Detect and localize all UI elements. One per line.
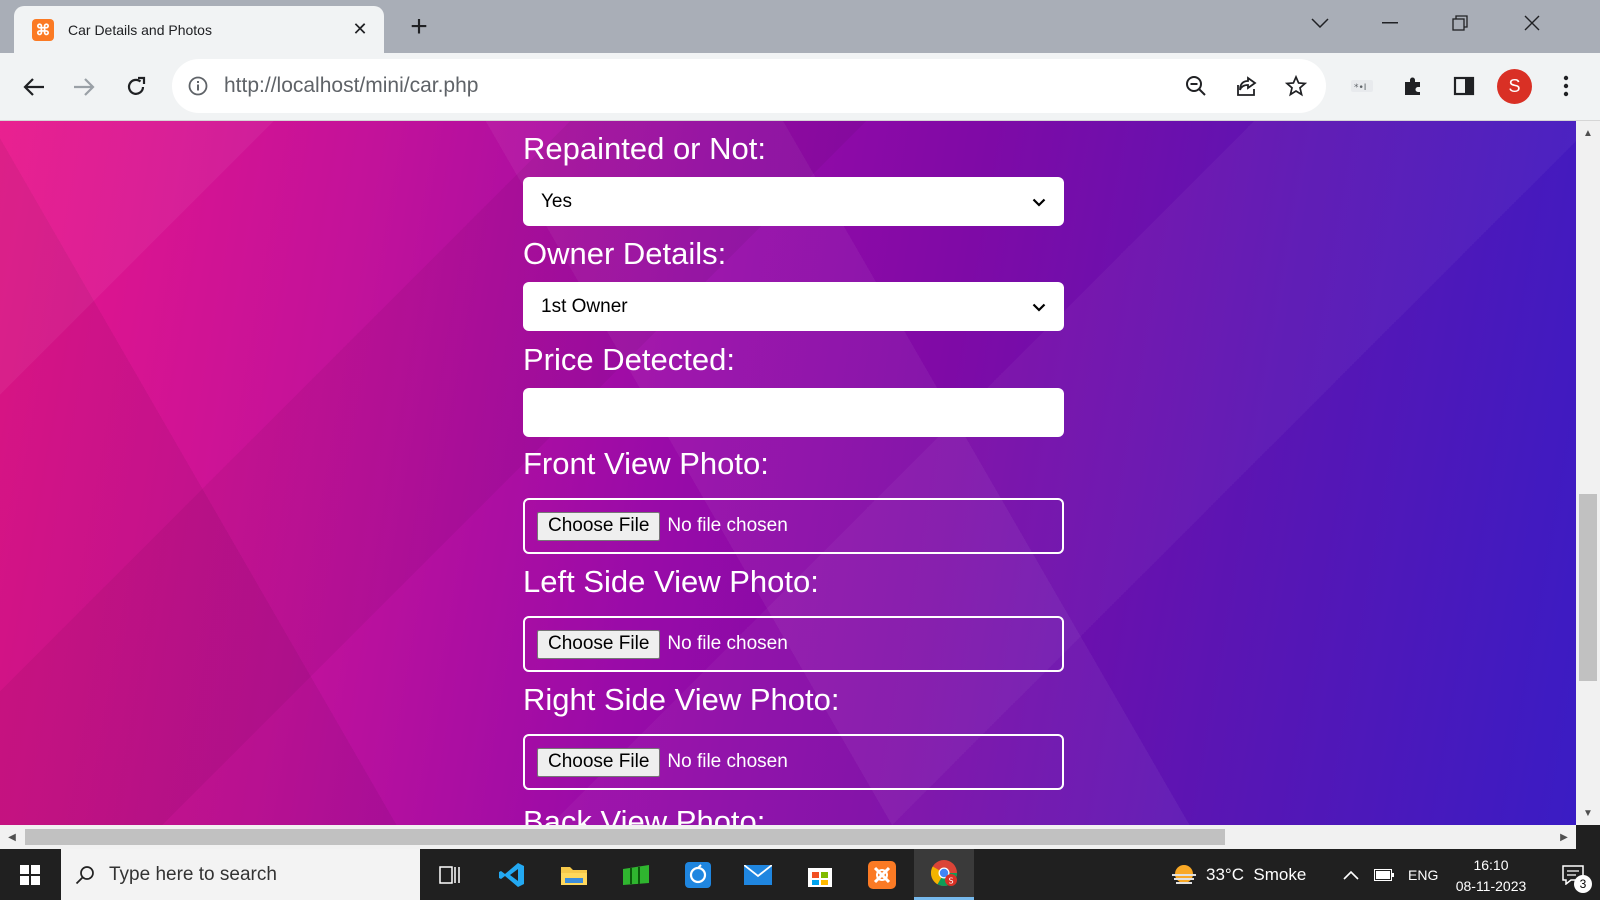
weather-text: 33°C Smoke [1206, 864, 1307, 884]
microsoft-store-icon[interactable] [790, 849, 850, 900]
svg-text:S: S [949, 877, 954, 886]
weather-widget[interactable]: 33°C Smoke [1170, 849, 1306, 900]
weather-haze-icon [1170, 862, 1198, 888]
extensions-puzzle-icon[interactable] [1393, 66, 1433, 106]
left-file-status: No file chosen [667, 633, 788, 654]
front-view-photo-input[interactable]: Choose File No file chosen [523, 498, 1064, 554]
owner-details-label: Owner Details: [523, 236, 727, 271]
extension-badge-icon[interactable]: *•I [1342, 66, 1382, 106]
site-info-icon[interactable] [186, 74, 210, 98]
scroll-up-arrow-icon[interactable]: ▲ [1576, 121, 1600, 145]
system-clock[interactable]: 16:10 08-11-2023 [1436, 855, 1546, 897]
scroll-down-arrow-icon[interactable]: ▼ [1576, 801, 1600, 825]
vertical-scrollbar[interactable]: ▲ ▼ [1576, 121, 1600, 825]
notification-center-icon[interactable]: 3 [1548, 849, 1598, 900]
minimize-window-icon[interactable] [1360, 0, 1420, 46]
chevron-down-icon [1032, 296, 1046, 318]
sync-app-icon[interactable] [668, 849, 728, 900]
forward-arrow-icon[interactable] [64, 67, 104, 107]
notification-count-badge: 3 [1574, 875, 1592, 893]
scroll-left-arrow-icon[interactable]: ◀ [0, 825, 24, 849]
windows-taskbar: Type here to search S 33°C Smoke ENG 16:… [0, 849, 1600, 900]
search-placeholder: Type here to search [109, 863, 277, 885]
task-view-icon[interactable] [420, 849, 480, 900]
side-panel-icon[interactable] [1444, 66, 1484, 106]
horizontal-scroll-thumb[interactable] [25, 829, 1225, 845]
right-choose-file-button[interactable]: Choose File [537, 747, 661, 777]
profile-avatar[interactable]: S [1497, 69, 1532, 104]
price-detected-label: Price Detected: [523, 342, 735, 377]
bookmark-star-icon[interactable] [1276, 66, 1316, 106]
right-side-view-photo-label: Right Side View Photo: [523, 682, 840, 717]
svg-text:*•I: *•I [1354, 83, 1366, 93]
xampp-favicon-icon: ⌘ [32, 18, 54, 41]
new-tab-button[interactable]: + [404, 10, 434, 43]
xampp-icon[interactable] [852, 849, 912, 900]
share-icon[interactable] [1226, 66, 1266, 106]
front-view-photo-label: Front View Photo: [523, 446, 769, 481]
search-icon [75, 865, 95, 885]
tab-title: Car Details and Photos [68, 21, 212, 38]
left-side-view-photo-input[interactable]: Choose File No file chosen [523, 616, 1064, 672]
windows-start-icon[interactable] [0, 849, 60, 900]
tab-search-chevron-icon[interactable] [1290, 0, 1350, 46]
tab-close-icon[interactable]: ✕ [348, 18, 372, 42]
reload-icon[interactable] [116, 67, 156, 107]
vscode-icon[interactable] [482, 849, 542, 900]
left-choose-file-button[interactable]: Choose File [537, 629, 661, 659]
chevron-down-icon [1032, 191, 1046, 213]
taskbar-search-box[interactable]: Type here to search [61, 849, 420, 900]
repainted-select[interactable]: Yes [523, 177, 1064, 226]
clock-time: 16:10 [1473, 857, 1509, 873]
right-side-view-photo-input[interactable]: Choose File No file chosen [523, 734, 1064, 790]
owner-select-value: 1st Owner [541, 295, 628, 317]
zoom-icon[interactable] [1176, 66, 1216, 106]
mail-icon[interactable] [728, 849, 788, 900]
chrome-icon[interactable]: S [914, 849, 974, 900]
vertical-scroll-thumb[interactable] [1579, 494, 1597, 681]
spreadsheet-app-icon[interactable] [606, 849, 666, 900]
owner-details-select[interactable]: 1st Owner [523, 282, 1064, 331]
url-text[interactable]: http://localhost/mini/car.php [224, 74, 1176, 98]
battery-icon[interactable] [1374, 849, 1394, 900]
language-indicator[interactable]: ENG [1408, 849, 1438, 900]
browser-menu-kebab-icon[interactable] [1546, 66, 1586, 106]
scroll-right-arrow-icon[interactable]: ▶ [1552, 825, 1576, 849]
horizontal-scrollbar[interactable]: ◀ ▶ [0, 825, 1576, 849]
restore-window-icon[interactable] [1430, 0, 1490, 46]
close-window-icon[interactable] [1502, 0, 1562, 46]
clock-date: 08-11-2023 [1455, 878, 1527, 894]
browser-tab[interactable]: ⌘ Car Details and Photos ✕ [14, 6, 384, 53]
front-choose-file-button[interactable]: Choose File [537, 511, 661, 541]
browser-toolbar: http://localhost/mini/car.php *•I S [0, 53, 1600, 121]
back-view-photo-label: Back View Photo: [523, 804, 766, 825]
left-side-view-photo-label: Left Side View Photo: [523, 564, 819, 599]
page-viewport: Repainted or Not: Yes Owner Details: 1st… [0, 121, 1576, 825]
file-explorer-icon[interactable] [544, 849, 604, 900]
repainted-select-value: Yes [541, 190, 572, 212]
back-arrow-icon[interactable] [14, 67, 54, 107]
repainted-label: Repainted or Not: [523, 131, 766, 166]
show-hidden-icons-chevron-icon[interactable] [1343, 849, 1359, 900]
browser-tab-strip: ⌘ Car Details and Photos ✕ + [0, 0, 1600, 53]
address-bar[interactable]: http://localhost/mini/car.php [172, 59, 1326, 113]
front-file-status: No file chosen [667, 515, 788, 536]
price-detected-input[interactable] [523, 388, 1064, 437]
right-file-status: No file chosen [667, 751, 788, 772]
